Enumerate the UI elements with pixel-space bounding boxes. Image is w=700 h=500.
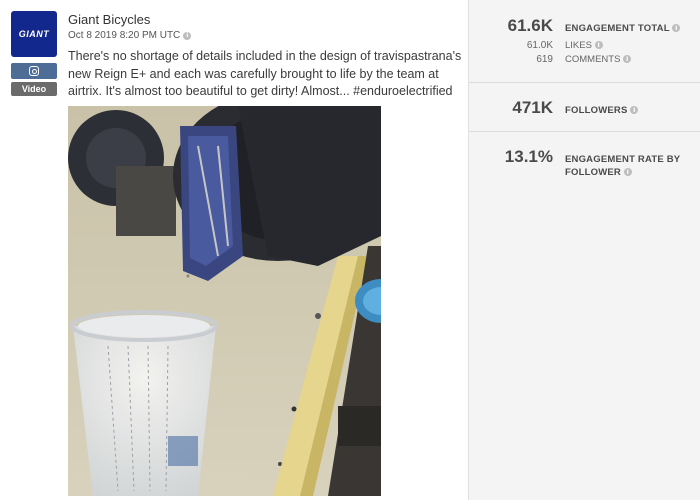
metrics-panel: 61.6K ENGAGEMENT TOTAL i 61.0K LIKES i 6…: [468, 0, 700, 500]
media-type-badge: Video: [11, 82, 57, 96]
info-icon[interactable]: i: [623, 168, 632, 177]
comments-value: 619: [536, 54, 553, 65]
metrics-divider: [469, 131, 700, 132]
metrics-divider: [469, 82, 700, 83]
post-timestamp: Oct 8 2019 8:20 PM UTC i: [68, 30, 192, 41]
account-name[interactable]: Giant Bicycles: [68, 12, 150, 27]
post-panel: GIANT Video Giant Bicycles Oct 8 2019 8:…: [0, 0, 468, 500]
followers-value: 471K: [512, 98, 553, 117]
account-avatar[interactable]: GIANT: [11, 11, 57, 57]
instagram-icon: [29, 66, 39, 76]
engagement-total-value: 61.6K: [507, 16, 553, 35]
engagement-total-label: ENGAGEMENT TOTAL i: [565, 22, 681, 35]
likes-label: LIKES i: [565, 40, 603, 51]
likes-value: 61.0K: [526, 40, 553, 51]
post-video-thumbnail[interactable]: [68, 106, 381, 496]
info-icon[interactable]: i: [623, 55, 632, 64]
info-icon[interactable]: i: [672, 24, 681, 33]
followers-label: FOLLOWERS i: [565, 104, 639, 117]
info-icon[interactable]: i: [630, 106, 639, 115]
timestamp-text: Oct 8 2019 8:20 PM UTC: [68, 30, 181, 41]
platform-badge: [11, 63, 57, 79]
comments-label: COMMENTS i: [565, 54, 632, 65]
info-icon[interactable]: i: [183, 31, 192, 40]
video-frame-image: [68, 106, 381, 496]
post-caption: There's no shortage of details included …: [68, 49, 462, 98]
brand-logo-text: GIANT: [18, 29, 50, 39]
info-icon[interactable]: i: [594, 41, 603, 50]
engagement-rate-label: ENGAGEMENT RATE BY FOLLOWER i: [565, 154, 681, 178]
engagement-rate-value: 13.1%: [504, 147, 553, 166]
